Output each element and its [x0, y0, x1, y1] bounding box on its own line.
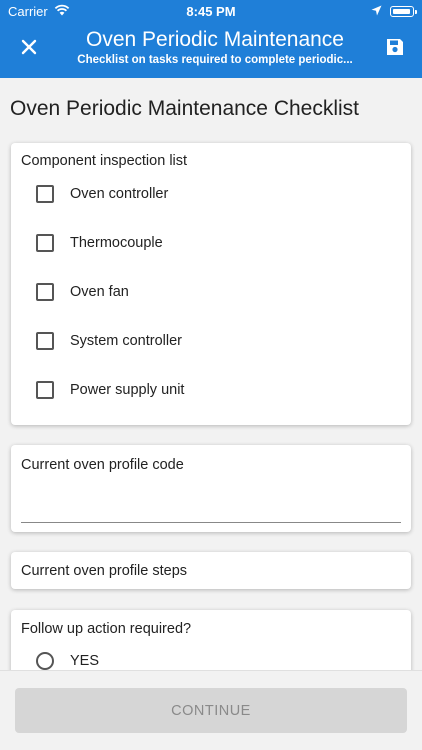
- status-time: 8:45 PM: [186, 4, 236, 19]
- profile-code-label: Current oven profile code: [21, 457, 184, 473]
- checkbox-icon: [36, 381, 54, 399]
- close-icon: [21, 39, 37, 60]
- checkbox-oven-controller[interactable]: Oven controller: [11, 174, 411, 214]
- app-header: Carrier 8:45 PM Oven Periodic Maintenanc…: [0, 0, 422, 78]
- checkbox-label: Thermocouple: [70, 235, 163, 251]
- profile-code-card: Current oven profile code: [11, 445, 411, 532]
- input-underline: [21, 522, 401, 523]
- profile-steps-card[interactable]: Current oven profile steps: [11, 552, 411, 589]
- location-arrow-icon: [371, 4, 382, 19]
- close-button[interactable]: [12, 32, 46, 66]
- checkbox-system-controller[interactable]: System controller: [11, 321, 411, 361]
- checkbox-label: System controller: [70, 333, 183, 349]
- toolbar: Oven Periodic Maintenance Checklist on t…: [0, 26, 422, 74]
- header-titles: Oven Periodic Maintenance Checklist on t…: [60, 28, 370, 66]
- checkbox-thermocouple[interactable]: Thermocouple: [11, 223, 411, 263]
- checklist-heading: Oven Periodic Maintenance Checklist: [10, 97, 360, 120]
- checkbox-icon: [36, 332, 54, 350]
- radio-icon: [36, 652, 54, 670]
- continue-button[interactable]: CONTINUE: [15, 688, 407, 733]
- checkbox-label: Oven fan: [70, 284, 129, 300]
- page-subtitle: Checklist on tasks required to complete …: [77, 54, 353, 66]
- checkbox-icon: [36, 234, 54, 252]
- checkbox-oven-fan[interactable]: Oven fan: [11, 272, 411, 312]
- checkbox-icon: [36, 283, 54, 301]
- battery-icon: [390, 6, 417, 17]
- checkbox-label: Power supply unit: [70, 382, 185, 398]
- profile-code-input[interactable]: [21, 493, 401, 521]
- footer: CONTINUE: [0, 670, 422, 750]
- radio-label: YES: [70, 653, 100, 669]
- status-bar: Carrier 8:45 PM: [0, 0, 422, 22]
- checkbox-label: Oven controller: [70, 186, 169, 202]
- checkbox-power-supply-unit[interactable]: Power supply unit: [11, 370, 411, 410]
- save-button[interactable]: [378, 32, 412, 66]
- checkbox-icon: [36, 185, 54, 203]
- component-inspection-card: Component inspection list Oven controlle…: [11, 143, 411, 425]
- follow-up-label: Follow up action required?: [21, 621, 192, 637]
- page-title: Oven Periodic Maintenance: [86, 28, 344, 51]
- profile-steps-label: Current oven profile steps: [21, 563, 188, 579]
- save-icon: [385, 37, 405, 62]
- component-inspection-label: Component inspection list: [21, 153, 188, 169]
